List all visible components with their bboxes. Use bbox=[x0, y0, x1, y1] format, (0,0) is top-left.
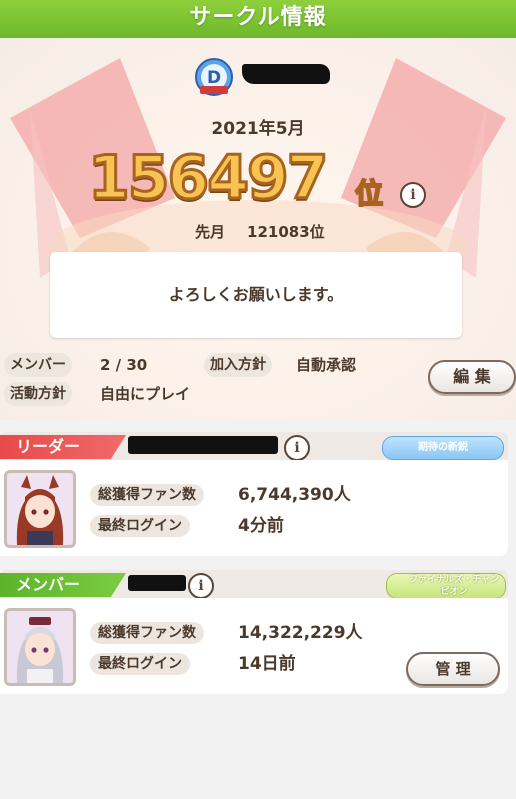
leader-title-text: 期待の新鋭 bbox=[418, 442, 468, 453]
leader-login-value: 4分前 bbox=[238, 516, 284, 536]
member-name-redacted bbox=[128, 575, 186, 591]
member-role-tag: メンバー bbox=[0, 573, 126, 597]
leader-portrait-icon bbox=[7, 473, 73, 545]
member-title-badge: ファイナルズ・チャンピオン bbox=[386, 573, 506, 599]
member-fans-label: 総獲得ファン数 bbox=[90, 622, 204, 644]
leader-login-label: 最終ログイン bbox=[90, 515, 190, 537]
leader-title-badge: 期待の新鋭 bbox=[382, 436, 504, 460]
leader-fans-label: 総獲得ファン数 bbox=[90, 484, 204, 506]
activity-policy-value: 自由にプレイ bbox=[100, 385, 191, 403]
manage-button[interactable]: 管 理 bbox=[406, 652, 500, 686]
members-count-value: 2 / 30 bbox=[100, 356, 148, 374]
member-login-value: 14日前 bbox=[238, 654, 296, 674]
join-policy-value: 自動承認 bbox=[296, 356, 357, 374]
leader-name-redacted bbox=[128, 436, 278, 454]
leader-card bbox=[0, 460, 508, 556]
circle-name-redacted bbox=[242, 64, 330, 84]
leader-fans-value: 6,744,390人 bbox=[238, 485, 351, 505]
previous-rank: 先月 121083位 bbox=[195, 221, 325, 242]
circle-message: よろしくお願いします。 bbox=[50, 252, 462, 338]
previous-rank-value: 121083位 bbox=[247, 223, 325, 241]
rank-info-icon[interactable]: i bbox=[400, 182, 426, 208]
members-count-label: メンバー bbox=[4, 353, 72, 377]
member-title-text: ファイナルズ・チャンピオン bbox=[409, 575, 499, 597]
member-info-icon[interactable]: i bbox=[188, 573, 214, 599]
leader-role-tag: リーダー bbox=[0, 435, 126, 459]
leader-info-icon[interactable]: i bbox=[284, 435, 310, 461]
circle-rank-number: 156497 bbox=[87, 142, 331, 215]
member-avatar[interactable] bbox=[4, 608, 76, 686]
leader-avatar[interactable] bbox=[4, 470, 76, 548]
window-title: サークル情報 bbox=[0, 0, 516, 38]
previous-rank-label: 先月 bbox=[195, 223, 226, 241]
rank-period: 2021年5月 bbox=[211, 119, 305, 139]
circle-rank-unit: 位 bbox=[354, 176, 384, 211]
member-login-label: 最終ログイン bbox=[90, 653, 190, 675]
badge-letter: D bbox=[207, 68, 221, 88]
join-policy-label: 加入方針 bbox=[204, 353, 272, 377]
edit-button[interactable]: 編 集 bbox=[428, 360, 516, 394]
member-portrait-icon bbox=[7, 611, 73, 683]
member-fans-value: 14,322,229人 bbox=[238, 623, 363, 643]
circle-rank-badge-icon: D bbox=[195, 58, 233, 96]
activity-policy-label: 活動方針 bbox=[4, 382, 72, 406]
